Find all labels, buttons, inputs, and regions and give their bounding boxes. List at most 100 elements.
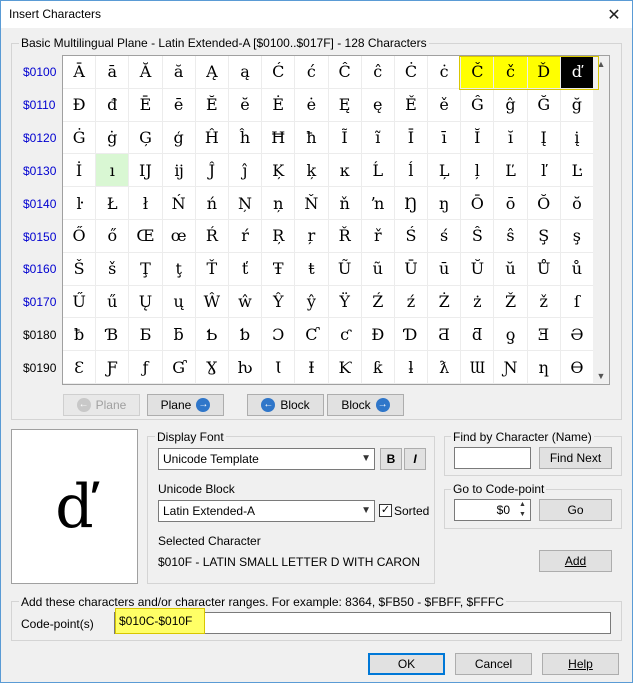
character-cell[interactable]: ų xyxy=(162,285,196,319)
character-cell[interactable]: Ž xyxy=(494,285,528,319)
character-cell[interactable]: ō xyxy=(494,187,528,220)
vertical-scrollbar[interactable]: ▲ ▼ xyxy=(593,56,609,384)
character-cell[interactable]: Ě xyxy=(394,88,429,122)
character-cell[interactable]: ż xyxy=(461,285,495,319)
character-cell[interactable]: Ű xyxy=(63,285,97,319)
go-button[interactable]: Go xyxy=(539,499,612,521)
character-cell[interactable]: ƍ xyxy=(494,318,528,352)
character-cell[interactable]: ř xyxy=(361,219,395,253)
display-font-select[interactable]: Unicode Template ▼ xyxy=(158,448,375,470)
character-cell[interactable]: ħ xyxy=(295,121,329,155)
character-cell[interactable]: į xyxy=(560,121,594,155)
character-cell[interactable]: ı xyxy=(96,154,130,188)
character-cell[interactable]: ń xyxy=(195,187,229,220)
character-cell[interactable]: ġ xyxy=(96,121,130,155)
character-cell[interactable]: ě xyxy=(428,88,462,122)
character-cell[interactable]: ċ xyxy=(428,56,462,89)
character-cell[interactable]: Ŗ xyxy=(262,219,296,253)
cancel-button[interactable]: Cancel xyxy=(455,653,532,675)
character-cell[interactable]: Ɔ xyxy=(262,318,296,352)
character-cell[interactable]: ĺ xyxy=(394,154,429,188)
character-cell[interactable]: Ĉ xyxy=(328,56,362,89)
character-cell[interactable]: Ť xyxy=(195,252,229,286)
character-cell[interactable]: Ƒ xyxy=(96,351,130,384)
character-cell[interactable]: ƃ xyxy=(162,318,196,352)
row-code-label[interactable]: $0150 xyxy=(23,230,61,244)
character-cell[interactable]: ƅ xyxy=(228,318,263,352)
row-code-label[interactable]: $0170 xyxy=(23,295,61,309)
character-cell[interactable]: ň xyxy=(328,187,362,220)
row-code-label[interactable]: $0130 xyxy=(23,164,61,178)
character-cell[interactable]: ĥ xyxy=(228,121,263,155)
character-cell[interactable]: Ÿ xyxy=(328,285,362,319)
character-cell[interactable]: ũ xyxy=(361,252,395,286)
character-cell[interactable]: ć xyxy=(295,56,329,89)
character-cell[interactable]: ƕ xyxy=(228,351,263,384)
character-cell[interactable]: ī xyxy=(428,121,462,155)
character-cell[interactable]: ť xyxy=(228,252,263,286)
character-cell[interactable]: Ġ xyxy=(63,121,97,155)
character-cell[interactable]: Ć xyxy=(262,56,296,89)
character-cell[interactable]: Ɯ xyxy=(461,351,495,384)
row-code-label[interactable]: $0110 xyxy=(23,98,61,112)
character-cell[interactable]: ſ xyxy=(560,285,594,319)
character-cell[interactable]: ƛ xyxy=(428,351,462,384)
character-cell[interactable]: ƌ xyxy=(461,318,495,352)
character-cell[interactable]: š xyxy=(96,252,130,286)
help-button[interactable]: Help xyxy=(542,653,619,675)
character-cell[interactable]: ĉ xyxy=(361,56,395,89)
character-cell[interactable]: Ţ xyxy=(129,252,163,286)
character-cell[interactable]: Ĳ xyxy=(129,154,163,188)
character-cell[interactable]: Ś xyxy=(394,219,429,253)
character-cell[interactable]: Ď xyxy=(527,56,561,89)
scroll-down-icon[interactable]: ▼ xyxy=(593,368,609,384)
character-cell[interactable]: đ xyxy=(96,88,130,122)
character-cell[interactable]: Č xyxy=(461,56,495,89)
character-cell[interactable]: Ō xyxy=(461,187,495,220)
character-cell[interactable]: ţ xyxy=(162,252,196,286)
character-cell[interactable]: Ł xyxy=(96,187,130,220)
character-cell[interactable]: ƒ xyxy=(129,351,163,384)
character-cell[interactable]: Ƅ xyxy=(195,318,229,352)
character-cell[interactable]: Ľ xyxy=(494,154,528,188)
character-cell[interactable]: Ɲ xyxy=(494,351,528,384)
character-cell[interactable]: ş xyxy=(560,219,594,253)
character-cell[interactable]: Į xyxy=(527,121,561,155)
character-cell[interactable]: İ xyxy=(63,154,97,188)
character-cell[interactable]: Ŕ xyxy=(195,219,229,253)
character-cell[interactable]: ƙ xyxy=(361,351,395,384)
character-cell[interactable]: ĩ xyxy=(361,121,395,155)
character-cell[interactable]: Ą xyxy=(195,56,229,89)
character-cell[interactable]: ƀ xyxy=(63,318,97,352)
character-cell[interactable]: ņ xyxy=(262,187,296,220)
character-cell[interactable]: Ĭ xyxy=(461,121,495,155)
character-cell[interactable]: ą xyxy=(228,56,263,89)
character-cell[interactable]: ļ xyxy=(461,154,495,188)
character-cell[interactable]: ŗ xyxy=(295,219,329,253)
spinner-arrows-icon[interactable]: ▲ ▼ xyxy=(515,500,530,520)
character-cell[interactable]: Ň xyxy=(295,187,329,220)
character-cell[interactable]: Ż xyxy=(428,285,462,319)
character-cell[interactable]: Ħ xyxy=(262,121,296,155)
character-cell[interactable]: Ń xyxy=(162,187,196,220)
bold-toggle-button[interactable]: B xyxy=(380,448,402,470)
character-cell[interactable]: ƈ xyxy=(328,318,362,352)
character-cell[interactable]: Ŵ xyxy=(195,285,229,319)
character-cell[interactable]: Ņ xyxy=(228,187,263,220)
character-cell[interactable]: Ģ xyxy=(129,121,163,155)
character-cell[interactable]: Ƈ xyxy=(295,318,329,352)
previous-block-button[interactable]: ← Block xyxy=(247,394,324,416)
character-cell[interactable]: ŵ xyxy=(228,285,263,319)
character-cell[interactable]: Ş xyxy=(527,219,561,253)
sorted-checkbox[interactable]: ✓ xyxy=(379,504,392,517)
previous-plane-button[interactable]: ← Plane xyxy=(63,394,140,416)
character-cell[interactable]: Ƙ xyxy=(328,351,362,384)
character-cell[interactable]: ĵ xyxy=(228,154,263,188)
find-next-button[interactable]: Find Next xyxy=(539,447,612,469)
character-cell[interactable]: ģ xyxy=(162,121,196,155)
character-cell[interactable]: Ɩ xyxy=(262,351,296,384)
character-cell[interactable]: Ă xyxy=(129,56,163,89)
row-code-label[interactable]: $0100 xyxy=(23,65,61,79)
character-cell[interactable]: ů xyxy=(560,252,594,286)
character-cell[interactable]: ű xyxy=(96,285,130,319)
